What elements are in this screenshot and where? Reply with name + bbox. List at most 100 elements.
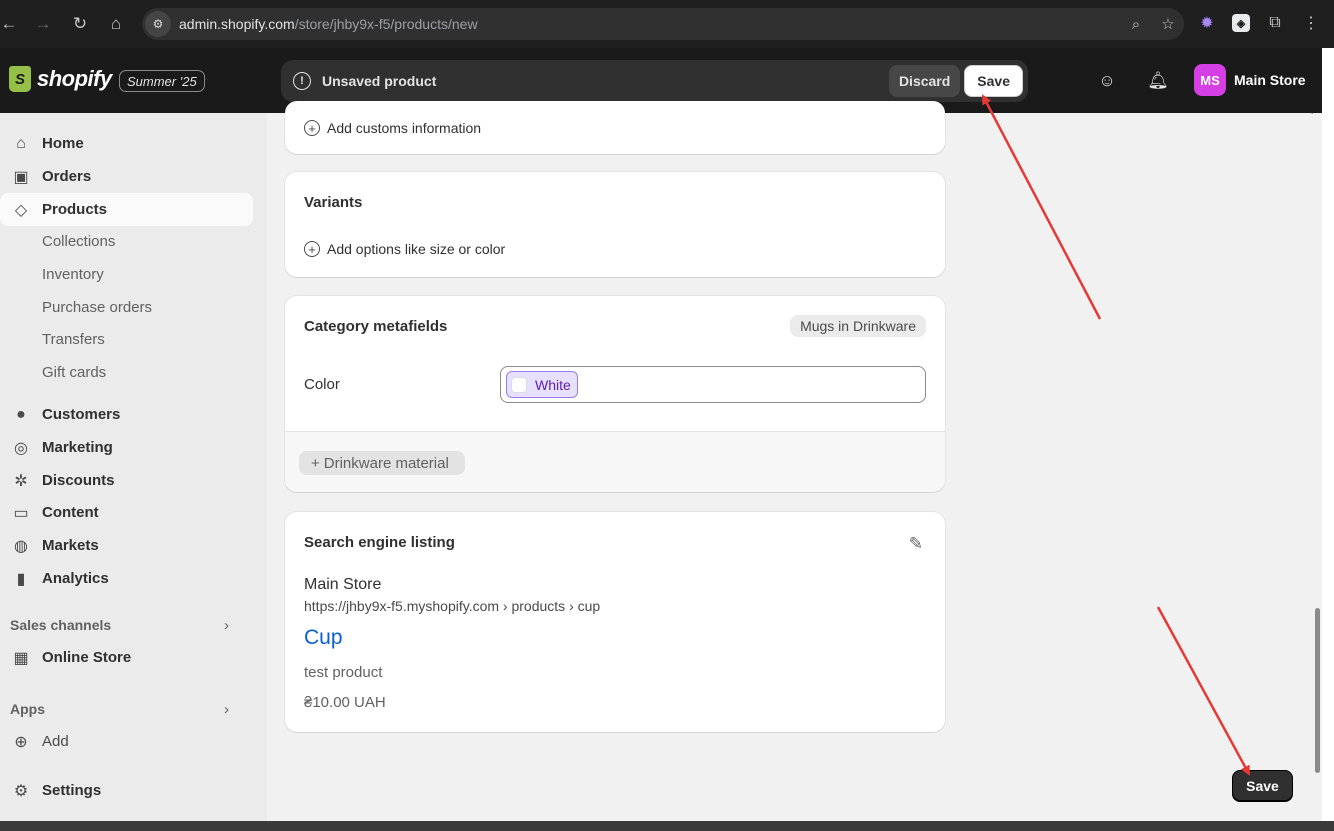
browser-menu-icon[interactable]: ⋮ xyxy=(1300,12,1322,34)
sidebar-item-marketing[interactable]: ◎ Marketing xyxy=(0,431,253,464)
context-title: Unsaved product xyxy=(322,73,437,89)
sidebar-item-label: Online Store xyxy=(42,649,132,666)
sidebar-item-content[interactable]: ▭ Content xyxy=(0,496,253,529)
add-customs-label: Add customs information xyxy=(327,120,482,136)
url-path: /store/jhby9x-f5/products/new xyxy=(294,16,478,32)
apps-header[interactable]: Apps xyxy=(10,701,45,717)
plus-circle-icon: ⊕ xyxy=(14,733,28,751)
discard-button[interactable]: Discard xyxy=(888,65,961,97)
extensions-puzzle-icon[interactable]: ⧉ xyxy=(1264,12,1286,34)
shopify-bag-icon xyxy=(9,66,31,92)
save-button-bottom[interactable]: Save xyxy=(1232,770,1293,802)
store-name: Main Store xyxy=(1234,72,1306,88)
bar-chart-icon: ▮ xyxy=(16,570,26,588)
shopify-logo[interactable]: shopify xyxy=(9,66,112,92)
sidebar-item-discounts[interactable]: ✲ Discounts xyxy=(0,464,253,497)
sidebar-item-settings[interactable]: ⚙ Settings xyxy=(0,774,253,807)
logo-text: shopify xyxy=(37,66,112,91)
address-bar[interactable]: ⚙ admin.shopify.com/store/jhby9x-f5/prod… xyxy=(142,8,1184,40)
sales-channels-header[interactable]: Sales channels xyxy=(10,617,111,633)
os-taskbar xyxy=(0,821,1334,831)
sidebar: ⌂ Home ▣ Orders ◇ Products Collections I… xyxy=(0,113,267,821)
alert-circle-icon: ! xyxy=(293,72,311,90)
metafields-footer: + Drinkware material xyxy=(285,431,945,492)
color-field[interactable]: White xyxy=(500,366,926,403)
save-button[interactable]: Save xyxy=(964,65,1023,97)
plus-circle-icon: + xyxy=(304,241,320,257)
variants-title: Variants xyxy=(304,194,363,211)
target-icon: ◎ xyxy=(14,439,28,457)
url-host: admin.shopify.com xyxy=(179,16,295,32)
sidebar-subitem-transfers[interactable]: Transfers xyxy=(42,331,105,348)
category-badge: Mugs in Drinkware xyxy=(790,315,926,337)
store-icon: ▦ xyxy=(13,649,29,667)
pencil-icon[interactable]: ✎ xyxy=(909,534,923,554)
metafields-title: Category metafields xyxy=(304,318,448,335)
zoom-icon[interactable]: ⌕ xyxy=(1120,16,1152,33)
add-drinkware-material-button[interactable]: + Drinkware material xyxy=(299,451,465,475)
forward-icon[interactable]: → xyxy=(25,6,61,42)
sidebar-item-label: Discounts xyxy=(42,472,115,489)
sidebar-item-label: Content xyxy=(42,504,99,521)
sidebar-item-add-app[interactable]: ⊕ Add xyxy=(0,725,253,758)
home-icon: ⌂ xyxy=(16,134,26,152)
globe-icon: ◍ xyxy=(14,537,28,555)
seo-url: https://jhby9x-f5.myshopify.com › produc… xyxy=(304,598,601,614)
sidebar-subitem-collections[interactable]: Collections xyxy=(42,233,115,250)
page-scrollbar[interactable] xyxy=(1313,113,1322,821)
sidebar-item-analytics[interactable]: ▮ Analytics xyxy=(0,562,253,595)
add-customs-link[interactable]: + Add customs information xyxy=(304,120,481,136)
sidebar-item-label: Markets xyxy=(42,537,99,554)
sidebar-item-label: Home xyxy=(42,135,84,152)
back-icon[interactable]: ← xyxy=(0,6,27,42)
seo-product-title: Cup xyxy=(304,626,343,649)
add-options-label: Add options like size or color xyxy=(327,241,506,257)
sidebar-item-label: Customers xyxy=(42,406,121,423)
chevron-right-icon[interactable]: › xyxy=(224,701,229,718)
chevron-right-icon[interactable]: › xyxy=(224,617,229,634)
url-text[interactable]: admin.shopify.com/store/jhby9x-f5/produc… xyxy=(179,16,1120,32)
site-info-icon[interactable]: ⚙ xyxy=(145,11,171,37)
gear-icon: ⚙ xyxy=(13,782,29,800)
sidebar-item-label: Add xyxy=(42,733,69,750)
reload-icon[interactable]: ↻ xyxy=(62,6,98,42)
seo-store-name: Main Store xyxy=(304,576,382,593)
sidebar-item-home[interactable]: ⌂ Home xyxy=(0,127,253,160)
add-options-link[interactable]: + Add options like size or color xyxy=(304,241,505,257)
color-tag-label: White xyxy=(535,376,571,393)
sidebar-item-products[interactable]: ◇ Products xyxy=(0,193,253,226)
main-content: + Add customs information Variants + Add… xyxy=(267,101,1322,821)
inbox-icon: ▣ xyxy=(13,168,29,186)
sidebar-item-customers[interactable]: ● Customers xyxy=(0,398,253,431)
drinkware-material-label: Drinkware material xyxy=(323,454,449,472)
bookmark-star-icon[interactable]: ☆ xyxy=(1152,15,1184,33)
category-metafields-card: Category metafields Mugs in Drinkware Co… xyxy=(285,296,945,492)
sidebar-item-online-store[interactable]: ▦ Online Store xyxy=(0,641,253,674)
browser-toolbar: ← → ↻ ⌂ ⚙ admin.shopify.com/store/jhby9x… xyxy=(0,0,1334,48)
extension-gear-icon[interactable]: ✹ xyxy=(1196,12,1218,34)
edition-badge[interactable]: Summer '25 xyxy=(119,70,205,92)
sidebar-item-markets[interactable]: ◍ Markets xyxy=(0,529,253,562)
shipping-card: + Add customs information xyxy=(285,101,945,154)
sidebar-item-label: Settings xyxy=(42,782,102,799)
sidebar-subitem-inventory[interactable]: Inventory xyxy=(42,266,104,283)
seo-price: ₴10.00 UAH xyxy=(304,694,386,711)
home-browser-icon[interactable]: ⌂ xyxy=(98,6,134,42)
scrollbar-thumb[interactable] xyxy=(1315,608,1320,773)
sidebar-subitem-purchase-orders[interactable]: Purchase orders xyxy=(42,299,152,316)
tag-icon: ◇ xyxy=(14,201,28,219)
sidebar-subitem-gift-cards[interactable]: Gift cards xyxy=(42,364,106,381)
color-tag[interactable]: White xyxy=(506,371,578,398)
sidekick-icon[interactable]: ☺ xyxy=(1096,70,1118,92)
seo-title-heading: Search engine listing xyxy=(304,534,455,551)
variants-card: Variants + Add options like size or colo… xyxy=(285,172,945,277)
seo-description: test product xyxy=(304,664,383,681)
discount-icon: ✲ xyxy=(14,472,28,490)
person-icon: ● xyxy=(16,405,26,423)
contextual-save-bar: ! Unsaved product Discard Save xyxy=(281,60,1028,102)
store-menu[interactable]: MS Main Store xyxy=(1194,64,1306,96)
extension-box-icon[interactable]: ◈ xyxy=(1232,14,1250,32)
sidebar-item-orders[interactable]: ▣ Orders xyxy=(0,160,253,193)
sidebar-item-label: Analytics xyxy=(42,570,109,587)
bell-icon[interactable]: 🔔︎ xyxy=(1147,70,1169,92)
